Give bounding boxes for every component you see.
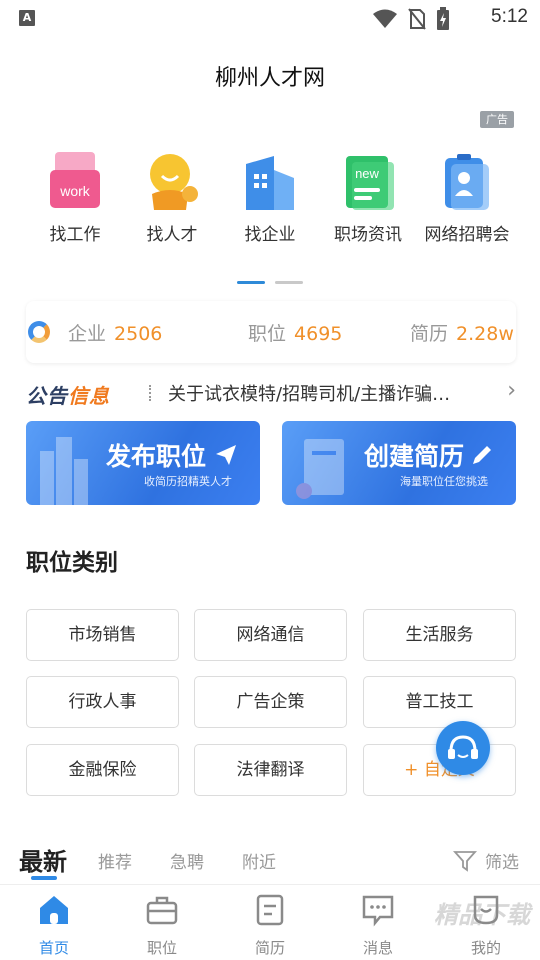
quick-workplace-news[interactable]: new 职场资讯 xyxy=(318,150,418,245)
category-item[interactable]: 生活服务 xyxy=(363,609,516,661)
a-icon: A xyxy=(19,10,35,26)
online-job-fair-icon xyxy=(437,150,497,212)
stat-positions[interactable]: 职位 4695 xyxy=(248,319,342,346)
quick-menu: work 找工作 找人才 找企业 new 职场资讯 网络招聘会 xyxy=(0,150,540,250)
notice-bar[interactable]: 公告信息 关于试衣模特/招聘司机/主播诈骗… › xyxy=(26,376,518,410)
status-icons xyxy=(372,7,450,31)
message-icon xyxy=(362,895,394,927)
quick-find-company[interactable]: 找企业 xyxy=(220,150,320,245)
nav-positions[interactable]: 职位 xyxy=(122,893,202,958)
create-resume-banner[interactable]: 创建简历 海量职位任您挑选 xyxy=(282,421,516,505)
notice-divider xyxy=(149,385,151,401)
find-talent-icon xyxy=(142,150,202,212)
status-time: 5:12 xyxy=(491,6,528,27)
quick-label: 找工作 xyxy=(49,225,101,245)
notice-logo: 公告信息 xyxy=(26,380,110,409)
filter-label: 筛选 xyxy=(485,853,519,873)
nav-label: 职位 xyxy=(146,939,177,957)
status-bar: A 5:12 xyxy=(0,0,540,36)
nav-label: 消息 xyxy=(362,939,393,957)
stats-ring-icon xyxy=(28,321,50,343)
quick-find-talent[interactable]: 找人才 xyxy=(122,150,222,245)
nav-label: 简历 xyxy=(254,939,285,957)
home-icon xyxy=(40,896,68,924)
banner-title: 发布职位 xyxy=(105,442,206,471)
find-company-icon xyxy=(240,150,300,212)
nav-label: 我的 xyxy=(470,939,501,957)
find-job-badge: work xyxy=(59,183,91,199)
chevron-right-icon[interactable]: › xyxy=(507,378,516,403)
quick-online-job-fair[interactable]: 网络招聘会 xyxy=(417,150,517,245)
category-item[interactable]: 市场销售 xyxy=(26,609,179,661)
workplace-news-badge: new xyxy=(355,166,379,181)
category-section-title: 职位类别 xyxy=(26,550,118,576)
stat-value: 2506 xyxy=(114,323,163,345)
ad-badge: 广告 xyxy=(480,111,514,128)
category-item[interactable]: 金融保险 xyxy=(26,744,179,796)
tab-urgent[interactable]: 急聘 xyxy=(170,848,204,873)
stat-label: 职位 xyxy=(248,323,287,345)
buildings-illustration xyxy=(40,437,88,505)
active-tab-indicator xyxy=(31,876,57,880)
headset-icon xyxy=(448,735,478,759)
banner-title: 创建简历 xyxy=(363,442,464,471)
notice-text[interactable]: 关于试衣模特/招聘司机/主播诈骗… xyxy=(168,380,488,406)
customer-service-button[interactable] xyxy=(436,721,490,775)
quick-label: 找企业 xyxy=(244,225,296,245)
banner-subtitle: 海量职位任您挑选 xyxy=(400,475,488,488)
tab-nearby[interactable]: 附近 xyxy=(242,848,276,873)
app-title: 柳州人才网 xyxy=(214,66,325,91)
watermark: 精品下载 xyxy=(434,901,530,929)
pager-dot-2[interactable] xyxy=(275,281,303,284)
tab-recommended[interactable]: 推荐 xyxy=(98,848,132,873)
find-job-icon: work xyxy=(45,150,105,212)
quick-label: 找人才 xyxy=(146,225,198,245)
pager-dot-1[interactable] xyxy=(237,281,265,284)
nav-home[interactable]: 首页 xyxy=(14,893,94,958)
stats-bar: 企业 2506 职位 4695 简历 2.28w xyxy=(26,301,516,363)
resume-icon xyxy=(256,894,284,926)
edit-icon xyxy=(473,446,491,464)
nav-messages[interactable]: 消息 xyxy=(338,893,418,958)
category-item[interactable]: 法律翻译 xyxy=(194,744,347,796)
notice-logo-part2: 信息 xyxy=(68,384,110,408)
filter-button[interactable]: 筛选 xyxy=(453,848,519,873)
filter-icon xyxy=(453,850,477,872)
nav-label: 首页 xyxy=(38,939,69,957)
stat-resumes[interactable]: 简历 2.28w xyxy=(410,319,514,346)
send-icon xyxy=(216,445,236,465)
banner-subtitle: 收简历招精英人才 xyxy=(144,475,232,488)
category-item[interactable]: 网络通信 xyxy=(194,609,347,661)
stat-value: 4695 xyxy=(294,323,343,345)
banner-pager xyxy=(237,281,303,284)
wifi-icon xyxy=(373,9,397,28)
quick-find-job[interactable]: work 找工作 xyxy=(25,150,125,245)
stat-companies[interactable]: 企业 2506 xyxy=(68,319,162,346)
nav-resume[interactable]: 简历 xyxy=(230,893,310,958)
briefcase-icon xyxy=(146,896,178,925)
tab-latest[interactable]: 最新 xyxy=(19,842,67,877)
stat-label: 企业 xyxy=(68,323,107,345)
stat-label: 简历 xyxy=(410,323,449,345)
resume-illustration xyxy=(296,439,344,499)
workplace-news-icon: new xyxy=(338,150,398,212)
stat-value: 2.28w xyxy=(456,323,514,345)
category-item[interactable]: 广告企策 xyxy=(194,676,347,728)
no-sim-icon xyxy=(408,8,426,30)
category-item[interactable]: 行政人事 xyxy=(26,676,179,728)
post-job-banner[interactable]: 发布职位 收简历招精英人才 xyxy=(26,421,260,505)
notice-logo-part1: 公告 xyxy=(26,384,68,408)
battery-charging-icon xyxy=(437,7,449,30)
job-list-tabs: 最新 推荐 急聘 附近 筛选 xyxy=(19,840,519,880)
quick-label: 职场资讯 xyxy=(334,225,402,245)
quick-label: 网络招聘会 xyxy=(424,225,510,245)
